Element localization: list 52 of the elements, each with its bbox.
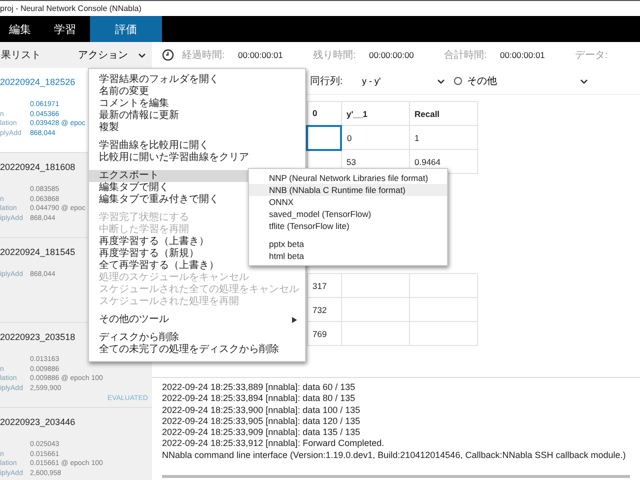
log-line: 2022-09-24 18:25:33,894 [nnabla]: data 80 / 135 (162, 393, 356, 405)
table-cell (409, 298, 477, 322)
other-radio[interactable]: その他 (454, 74, 580, 88)
menu-item[interactable]: tflite (TensorFlow lite) (249, 220, 447, 232)
menu-item[interactable]: pptx beta (249, 238, 447, 250)
table-cell (409, 274, 477, 298)
window-title: proj - Neural Network Console (NNabla) (0, 3, 142, 15)
log-line: NNabla command line interface (Version:1.19.0.dev1, Build:210412014546, Callback:NNabla SSH callback module.) (162, 450, 626, 462)
table-cell (341, 322, 409, 346)
result-title: 20220923_203518 (0, 331, 76, 343)
log-line: 2022-09-24 18:25:33,900 [nnabla]: data 100 / 135 (162, 404, 360, 416)
log-line: 2022-09-24 18:25:33,905 [nnabla]: data 120 / 135 (162, 416, 360, 428)
column-header: Recall (409, 102, 477, 126)
tab[interactable]: 評価 (90, 16, 162, 42)
timer-label: データ: (575, 49, 609, 62)
timer-value: 00:00:00:01 (500, 50, 546, 60)
table-cell: 769 (307, 322, 341, 346)
table-cell: 732 (307, 298, 341, 322)
log-line: 2022-09-24 18:25:33,912 [nnabla]: Forward Completed. (162, 438, 384, 450)
timer-value: 00:00:00:01 (238, 50, 284, 60)
submenu-arrow-icon (292, 317, 297, 323)
timer-label: 残り時間: (313, 48, 357, 62)
table-cell: 317 (307, 274, 341, 298)
action-dropdown[interactable]: アクション (78, 48, 146, 62)
menu-item[interactable]: ONNX (249, 196, 447, 208)
column-header: 0 (307, 102, 341, 126)
chevron-down-icon (580, 78, 588, 84)
chevron-down-icon (138, 52, 146, 58)
chevron-down-icon (437, 78, 445, 84)
timer-label: 経過時間: (182, 48, 226, 62)
result-title: 20220924_182526 (0, 76, 76, 88)
menu-item[interactable]: html beta (249, 250, 447, 262)
matrix-select[interactable]: y - y' (350, 76, 450, 86)
result-title: 20220923_203446 (0, 416, 76, 428)
column-header: y'__1 (341, 102, 409, 126)
log-line: 2022-09-24 18:25:33,909 [nnabla]: data 135 / 135 (162, 427, 360, 438)
scrollbar[interactable] (162, 475, 630, 478)
log-line: 2022-09-24 18:25:33,889 [nnabla]: data 60 / 135 (162, 382, 356, 394)
table-cell: 1 (409, 126, 477, 150)
table-cell: 0 (341, 126, 409, 150)
result-title: 20220924_181608 (0, 161, 76, 173)
table-cell (341, 274, 409, 298)
clock-icon (162, 49, 174, 61)
timer-label: 合計時間: (444, 48, 488, 62)
result-title: 20220924_181545 (0, 246, 76, 258)
matrix-label: 同行列: (310, 75, 344, 88)
timer-value: 00:00:00:00 (369, 50, 415, 60)
table-cell (409, 322, 477, 346)
menu-item[interactable]: NNB (NNabla C Runtime file format) (249, 184, 447, 196)
panel-title: 果リスト (1, 49, 41, 62)
menu-item[interactable]: saved_model (TensorFlow) (249, 208, 447, 220)
table-cell (341, 298, 409, 322)
